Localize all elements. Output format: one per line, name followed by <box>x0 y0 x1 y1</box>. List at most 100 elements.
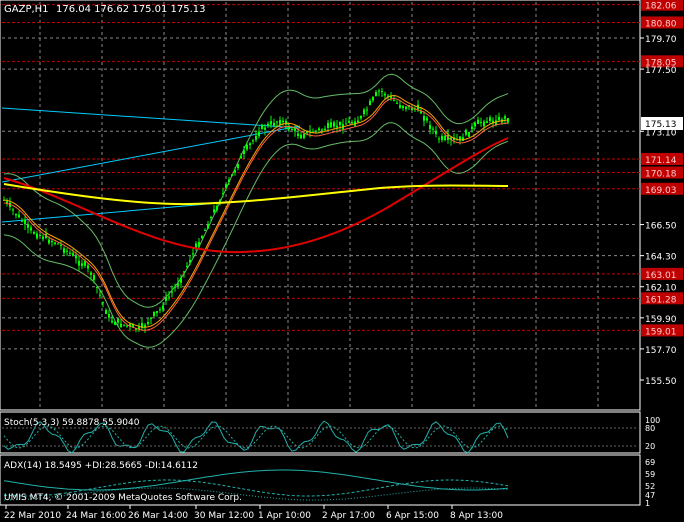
ohlc-label: 176.04 176.62 175.01 175.13 <box>56 4 206 15</box>
candle-body <box>258 131 260 136</box>
candle-body <box>207 224 209 229</box>
candle-body <box>48 239 50 244</box>
candle-body <box>123 324 125 326</box>
candle-body <box>270 121 272 125</box>
candle-body <box>378 90 380 92</box>
candle-body <box>444 135 446 140</box>
candle-body <box>504 116 506 119</box>
candle-body <box>363 109 365 114</box>
date-label: 24 Mar 16:00 <box>66 511 126 521</box>
symbol-label: GAZP,H1 <box>4 4 49 15</box>
candle-body <box>255 136 257 140</box>
candle-body <box>345 123 347 125</box>
date-label: 6 Apr 15:00 <box>386 511 439 521</box>
candle-body <box>243 150 245 154</box>
candle-body <box>252 140 254 142</box>
candle-body <box>468 131 470 137</box>
price-label: 159.01 <box>645 327 677 337</box>
candle-body <box>393 100 395 102</box>
date-label: 26 Mar 14:00 <box>128 511 188 521</box>
price-label: 170.18 <box>645 170 677 180</box>
candle-body <box>360 115 362 119</box>
candle-body <box>36 233 38 239</box>
candle-body <box>483 121 485 127</box>
candle-body <box>27 223 29 228</box>
candle-body <box>18 214 20 218</box>
date-label: 8 Apr 13:00 <box>450 511 503 521</box>
candle-body <box>120 323 122 327</box>
candle-body <box>384 93 386 96</box>
candle-body <box>153 311 155 316</box>
candle-body <box>261 124 263 129</box>
stoch-scale-label: 20 <box>645 442 655 451</box>
price-label: 155.50 <box>645 377 677 387</box>
candle-body <box>357 120 359 123</box>
candle-body <box>51 241 53 243</box>
candle-body <box>249 143 251 145</box>
candle-body <box>321 129 323 131</box>
candle-body <box>489 117 491 121</box>
candle-body <box>90 272 92 275</box>
price-axis: 182.06180.80179.70178.05177.50173.10171.… <box>640 0 683 387</box>
candle-body <box>303 134 305 138</box>
candle-body <box>234 170 236 173</box>
candle-body <box>216 206 218 211</box>
candle-body <box>432 128 434 130</box>
candle-body <box>72 253 74 256</box>
candle-body <box>171 291 173 293</box>
candle-body <box>117 318 119 323</box>
stoch-scale-label: 80 <box>645 424 655 433</box>
candle-body <box>57 243 59 245</box>
candle-body <box>435 130 437 134</box>
candle-body <box>426 117 428 121</box>
candle-body <box>339 121 341 125</box>
candle-body <box>375 92 377 96</box>
candle-body <box>348 120 350 123</box>
candle-body <box>330 122 332 128</box>
candle-body <box>288 126 290 130</box>
price-label: 171.14 <box>645 156 677 166</box>
candle-body <box>198 242 200 247</box>
price-label: 163.01 <box>645 271 677 281</box>
price-label: 179.70 <box>645 35 677 45</box>
candle-body <box>30 227 32 231</box>
candle-body <box>423 116 425 121</box>
candle-body <box>240 155 242 159</box>
candle-body <box>324 128 326 131</box>
candle-body <box>63 248 65 253</box>
date-label: 30 Mar 12:00 <box>194 511 254 521</box>
candle-body <box>12 209 14 211</box>
price-label: 182.06 <box>645 2 677 12</box>
price-label: 157.70 <box>645 346 677 356</box>
candle-body <box>327 123 329 128</box>
adx-label: ADX(14) 18.5495 +DI:28.5665 -DI:14.6112 <box>4 461 198 471</box>
candle-body <box>114 321 116 325</box>
price-label: 169.03 <box>645 186 677 196</box>
chart-window[interactable]: GAZP,H1 176.04 176.62 175.01 175.13 Stoc… <box>0 0 684 522</box>
candle-body <box>333 122 335 127</box>
candle-body <box>225 183 227 188</box>
candle-body <box>192 253 194 255</box>
candle-body <box>441 135 443 140</box>
candle-body <box>300 134 302 139</box>
candle-body <box>42 236 44 240</box>
candle-body <box>381 91 383 93</box>
candle-body <box>78 260 80 266</box>
candle-body <box>477 119 479 124</box>
price-label: 180.80 <box>645 19 677 29</box>
candle-body <box>396 102 398 104</box>
candle-body <box>60 244 62 246</box>
candle-body <box>318 128 320 131</box>
candle-body <box>480 121 482 123</box>
candle-body <box>264 127 266 130</box>
candle-body <box>201 236 203 238</box>
candle-body <box>24 219 26 225</box>
candle-body <box>126 325 128 327</box>
candle-body <box>33 232 35 234</box>
date-axis: 22 Mar 2010 24 Mar 16:00 26 Mar 14:00 30 Ma… <box>4 505 503 521</box>
candle-body <box>213 209 215 212</box>
adx-scale-label: 59 <box>645 470 655 479</box>
candle-body <box>399 105 401 108</box>
candle-body <box>180 278 182 283</box>
candle-body <box>486 121 488 123</box>
